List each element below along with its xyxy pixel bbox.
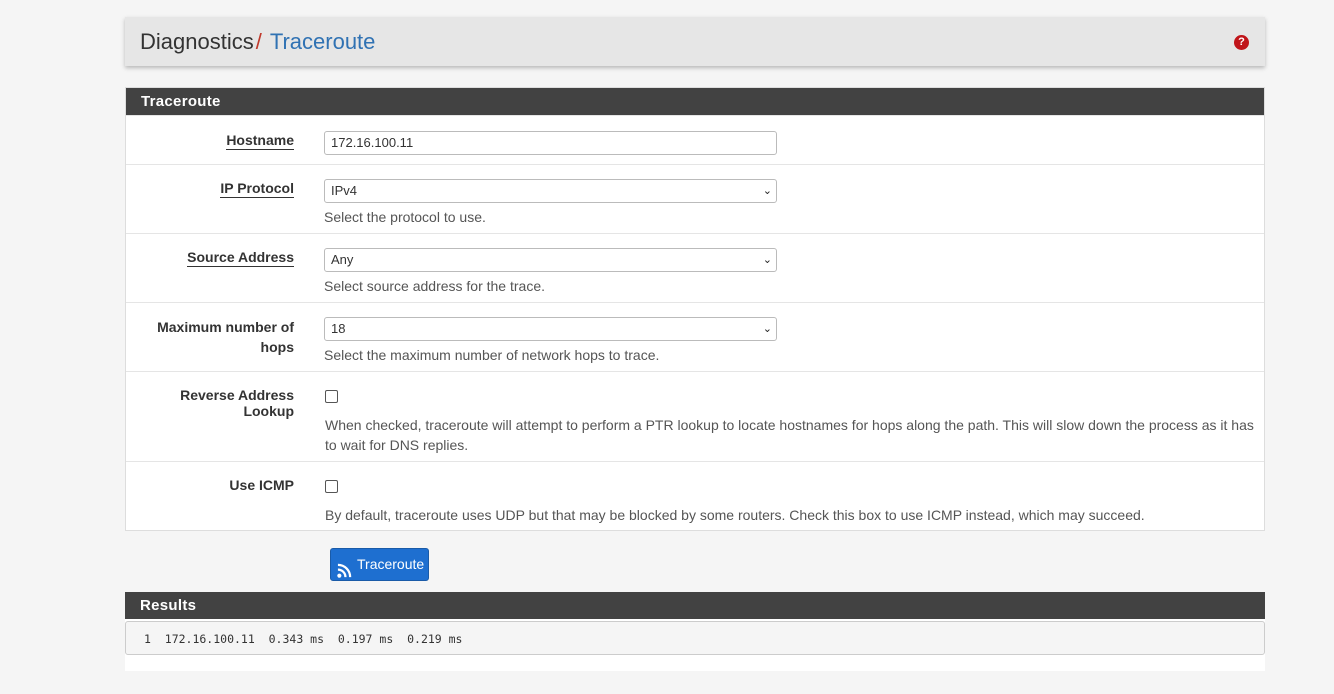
use-icmp-checkbox[interactable]	[325, 480, 338, 493]
reverse-lookup-help: When checked, traceroute will attempt to…	[325, 417, 1254, 453]
hostname-input[interactable]: 172.16.100.11	[324, 131, 777, 155]
ip-protocol-select[interactable]: IPv4 ⌄	[324, 179, 777, 203]
ip-protocol-row: IP Protocol IPv4 ⌄ Select the protocol t…	[126, 164, 1264, 233]
max-hops-help: Select the maximum number of network hop…	[324, 347, 660, 363]
page-header: Diagnostics/ Traceroute ?	[125, 17, 1265, 66]
use-icmp-row: Use ICMP By default, traceroute uses UDP…	[126, 461, 1264, 531]
source-address-help: Select source address for the trace.	[324, 278, 545, 294]
reverse-lookup-label: Reverse Address Lookup	[180, 387, 294, 419]
chevron-down-icon: ⌄	[762, 254, 772, 266]
reverse-lookup-checkbox[interactable]	[325, 390, 338, 403]
panel-heading-results: Results	[125, 592, 1265, 619]
source-address-select[interactable]: Any ⌄	[324, 248, 777, 272]
rss-icon	[337, 558, 352, 589]
hostname-label: Hostname	[226, 132, 294, 150]
chevron-down-icon: ⌄	[762, 323, 772, 335]
hostname-row: Hostname 172.16.100.11	[126, 115, 1264, 164]
breadcrumb: Diagnostics/ Traceroute	[140, 17, 1265, 66]
traceroute-button[interactable]: Traceroute	[330, 548, 429, 581]
source-address-label: Source Address	[187, 249, 294, 267]
breadcrumb-parent[interactable]: Diagnostics	[140, 29, 254, 54]
traceroute-button-label: Traceroute	[357, 556, 425, 572]
results-panel: Results 1 172.16.100.11 0.343 ms 0.197 m…	[125, 592, 1265, 671]
max-hops-select[interactable]: 18 ⌄	[324, 317, 777, 341]
ip-protocol-label: IP Protocol	[220, 180, 294, 198]
breadcrumb-separator: /	[255, 29, 262, 54]
chevron-down-icon: ⌄	[762, 185, 772, 197]
source-address-row: Source Address Any ⌄ Select source addre…	[126, 233, 1264, 302]
results-output: 1 172.16.100.11 0.343 ms 0.197 ms 0.219 …	[125, 621, 1265, 655]
breadcrumb-current[interactable]: Traceroute	[270, 29, 376, 54]
max-hops-row: Maximum number of hops 18 ⌄ Select the m…	[126, 302, 1264, 371]
use-icmp-help: By default, traceroute uses UDP but that…	[325, 507, 1145, 523]
ip-protocol-help: Select the protocol to use.	[324, 209, 486, 225]
question-circle-icon[interactable]: ?	[1234, 35, 1249, 50]
max-hops-label: Maximum number of hops	[157, 319, 294, 355]
use-icmp-label: Use ICMP	[229, 477, 294, 493]
reverse-lookup-row: Reverse Address Lookup When checked, tra…	[126, 371, 1264, 461]
panel-heading-traceroute: Traceroute	[126, 88, 1264, 115]
traceroute-panel: Traceroute Hostname 172.16.100.11 IP Pro…	[125, 87, 1265, 531]
